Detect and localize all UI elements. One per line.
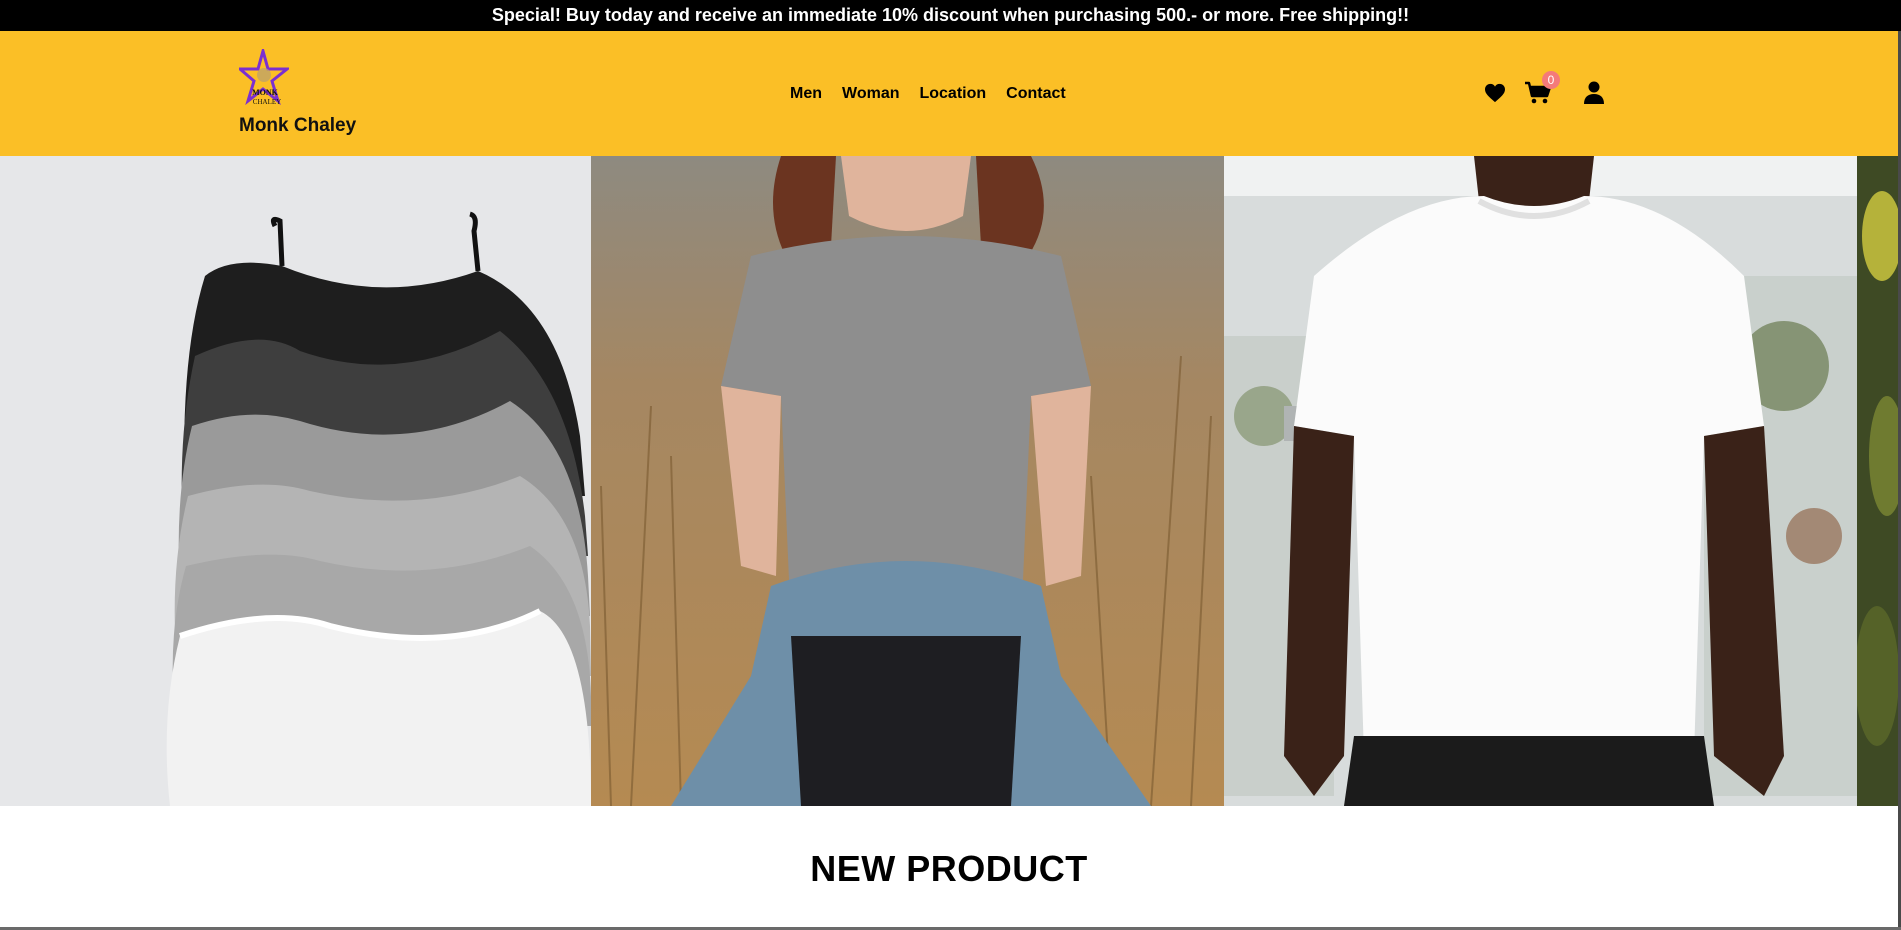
nav-link-woman[interactable]: Woman (832, 85, 909, 103)
new-product-heading: NEW PRODUCT (810, 847, 1088, 889)
user-icon[interactable] (1583, 81, 1605, 105)
brand-name: Monk Chaley (239, 115, 357, 136)
brand-link[interactable]: MONK CHALEY Monk Chaley (239, 49, 379, 141)
hero-image-woman-tee (591, 156, 1224, 806)
svg-text:MONK: MONK (252, 88, 279, 97)
nav-link-contact[interactable]: Contact (996, 85, 1076, 103)
hero-image-camisoles (0, 156, 591, 806)
hero-image-plant (1857, 156, 1898, 806)
nav-link-location[interactable]: Location (909, 85, 996, 103)
main-nav: Men Woman Location Contact (780, 31, 1076, 156)
site-header: MONK CHALEY Monk Chaley Men Woman Locati… (0, 31, 1898, 156)
announcement-bar: Special! Buy today and receive an immedi… (0, 0, 1901, 31)
hero-image-man-tee (1224, 156, 1857, 806)
nav-link-men[interactable]: Men (780, 85, 832, 103)
svg-text:CHALEY: CHALEY (253, 98, 281, 106)
cart-count-badge: 0 (1542, 71, 1560, 89)
announcement-text: Special! Buy today and receive an immedi… (491, 5, 1410, 25)
logo-star-icon: MONK CHALEY (239, 49, 289, 106)
hero-slider (0, 156, 1898, 806)
heart-icon[interactable] (1484, 83, 1506, 103)
header-actions: 0 (1480, 71, 1620, 115)
